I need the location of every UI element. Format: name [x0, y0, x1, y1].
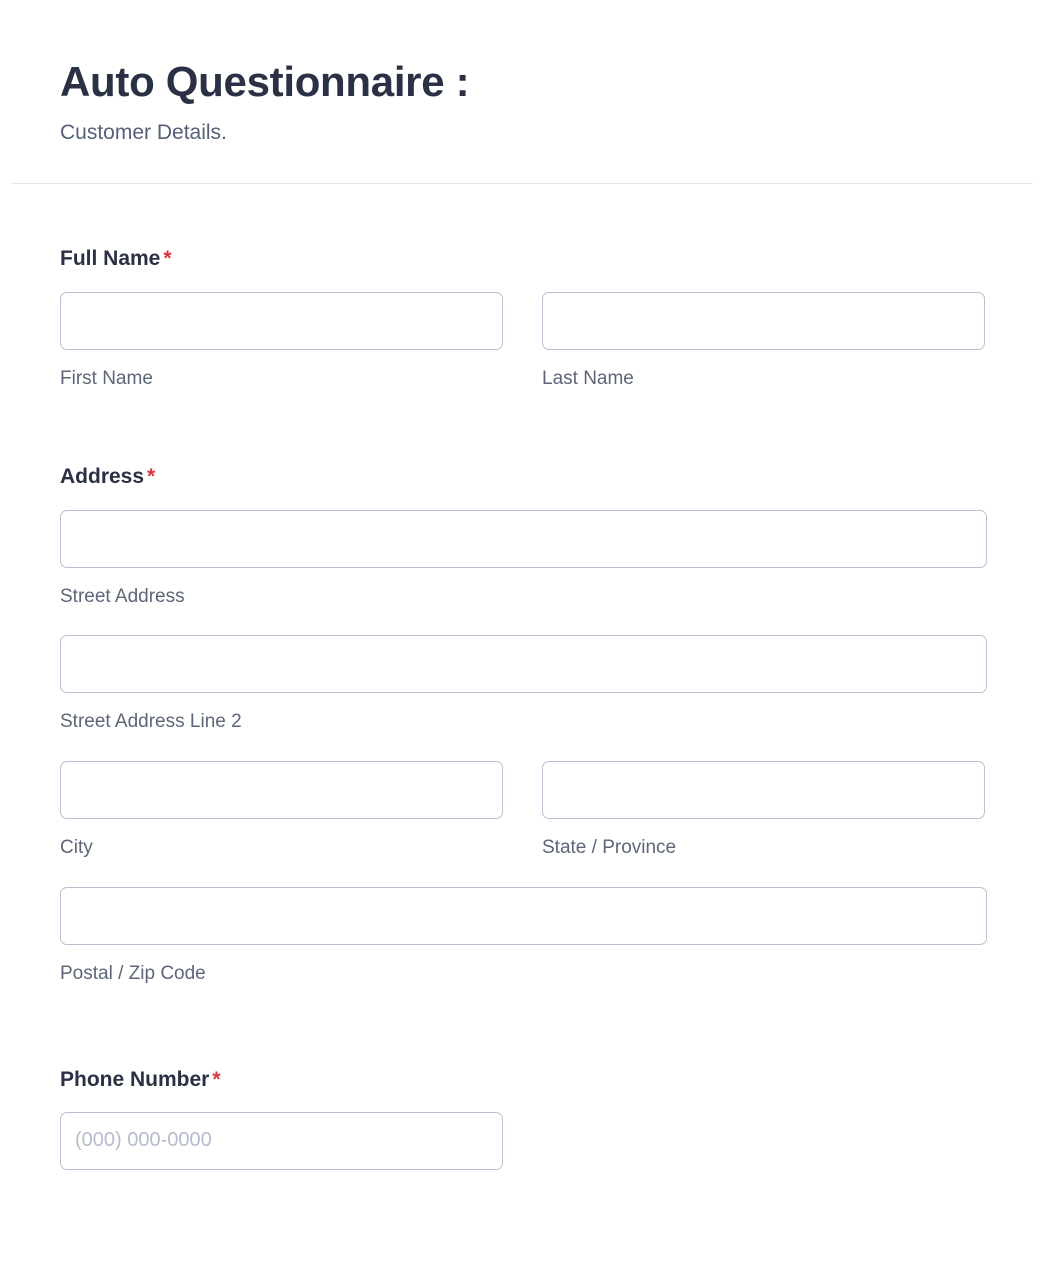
last-name-sublabel: Last Name	[542, 367, 634, 389]
field-label-address: Address *	[60, 464, 986, 490]
street-address-line-2-cell: Street Address Line 2	[60, 635, 987, 734]
city-state-row: City State / Province	[60, 761, 986, 860]
field-group-address: Address * Street Address Street Address L…	[0, 464, 1044, 985]
required-asterisk: *	[163, 247, 172, 271]
city-cell: City	[60, 761, 503, 860]
first-name-sublabel: First Name	[60, 367, 153, 389]
street-address-line-2-input[interactable]	[60, 635, 987, 694]
first-name-cell: First Name	[60, 291, 503, 391]
state-province-sublabel: State / Province	[542, 837, 677, 859]
full-name-row: First Name Last Name	[60, 291, 986, 391]
field-label-address-text: Address	[60, 465, 145, 489]
field-group-full-name: Full Name * First Name Last Name	[0, 246, 1044, 390]
last-name-cell: Last Name	[542, 291, 985, 391]
postal-code-sublabel: Postal / Zip Code	[60, 962, 206, 984]
field-label-full-name-text: Full Name	[60, 247, 161, 271]
street-address-input[interactable]	[60, 509, 987, 568]
required-asterisk: *	[212, 1067, 221, 1091]
postal-code-input[interactable]	[60, 886, 987, 945]
first-name-input[interactable]	[60, 291, 503, 350]
header-divider	[11, 183, 1033, 185]
state-province-input[interactable]	[542, 761, 985, 820]
street-address-sublabel: Street Address	[60, 585, 185, 607]
field-label-full-name: Full Name *	[60, 246, 986, 272]
required-asterisk: *	[147, 465, 156, 489]
field-label-phone-number-text: Phone Number	[60, 1067, 210, 1091]
street-address-line-2-row: Street Address Line 2	[60, 635, 987, 734]
street-address-row: Street Address	[60, 509, 987, 609]
form-header: Auto Questionnaire : Customer Details.	[0, 0, 1044, 146]
phone-number-input[interactable]	[60, 1111, 503, 1170]
city-input[interactable]	[60, 761, 503, 820]
page-title: Auto Questionnaire :	[60, 58, 470, 105]
street-address-line-2-sublabel: Street Address Line 2	[60, 711, 242, 733]
phone-number-cell	[60, 1111, 503, 1170]
page-subtitle: Customer Details.	[60, 121, 227, 145]
form-page: Auto Questionnaire : Customer Details. F…	[0, 0, 1044, 1285]
field-group-phone-number: Phone Number *	[0, 1067, 1044, 1170]
last-name-input[interactable]	[542, 291, 985, 350]
form-body: Full Name * First Name Last Name Address *…	[0, 246, 1044, 1170]
street-address-cell: Street Address	[60, 509, 987, 609]
city-sublabel: City	[60, 837, 93, 859]
state-province-cell: State / Province	[542, 761, 985, 860]
postal-code-row: Postal / Zip Code	[60, 886, 987, 986]
postal-code-cell: Postal / Zip Code	[60, 886, 987, 986]
field-label-phone-number: Phone Number *	[60, 1067, 986, 1093]
